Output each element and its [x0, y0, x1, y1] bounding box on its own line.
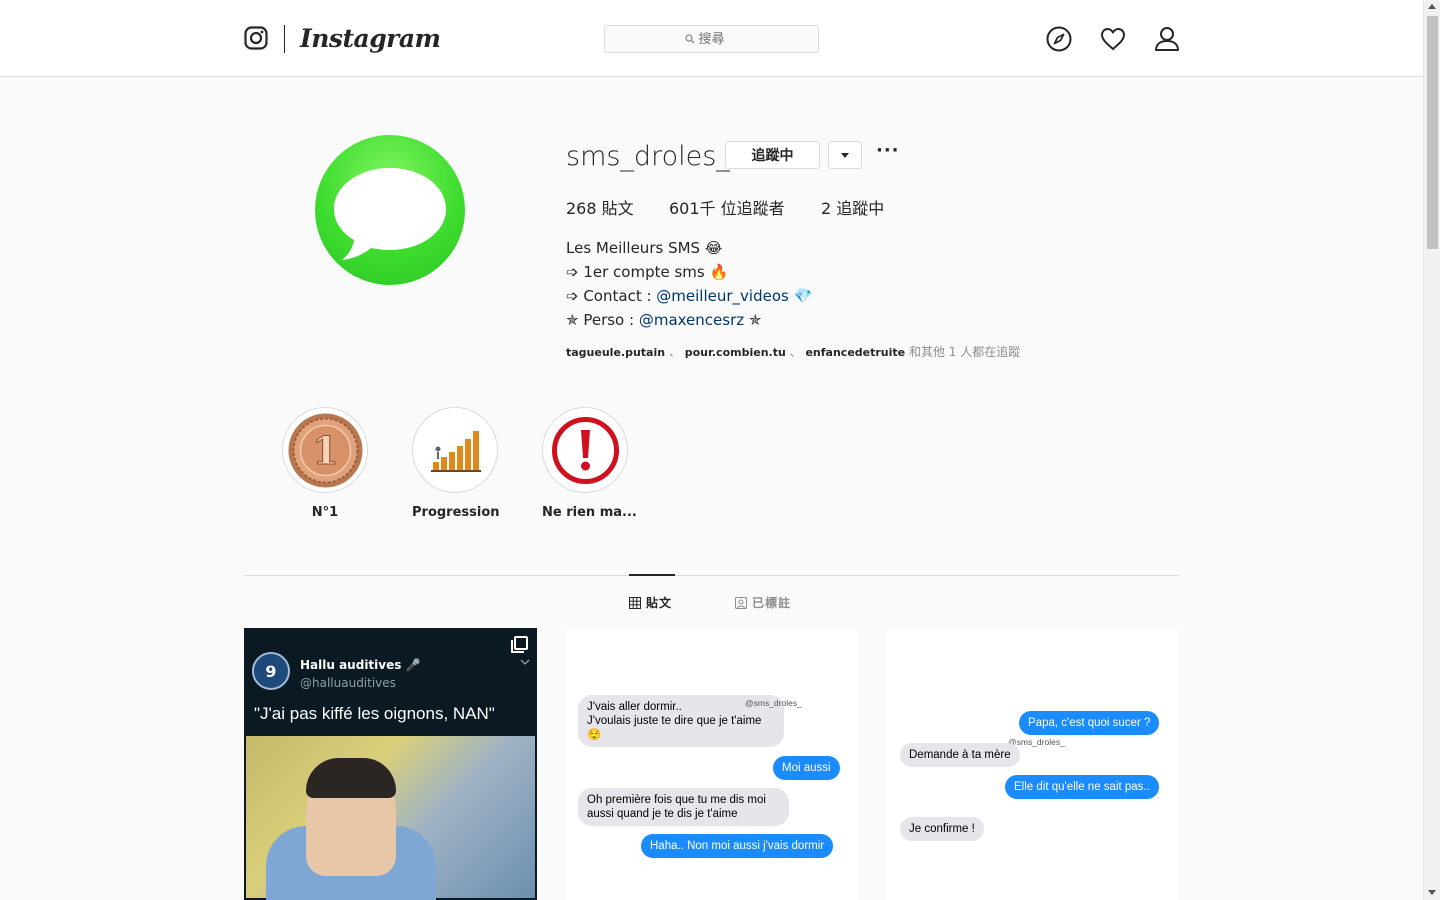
following-button[interactable]: 追蹤中: [725, 141, 820, 169]
tabs-divider: [244, 575, 1179, 576]
tagged-icon: [735, 596, 747, 609]
profile-username: sms_droles_: [566, 141, 730, 172]
highlight-label: Ne rien ma...: [542, 505, 637, 520]
activity-heart-icon[interactable]: [1100, 26, 1126, 52]
followed-by-suffix: 和其他 1 人都在追蹤: [905, 345, 1021, 359]
tab-posts[interactable]: 貼文: [629, 594, 672, 611]
bio-line-1: ➩ 1er compte sms 🔥: [566, 263, 729, 281]
video-figure-hair: [306, 758, 396, 798]
page-scrollbar[interactable]: [1423, 0, 1440, 900]
sms-bubble-received: Demande à ta mère: [900, 743, 1020, 767]
posts-label: 貼文: [601, 199, 634, 218]
bio-link-maxencesrz[interactable]: @maxencesrz: [639, 311, 744, 329]
followed-by-account-3[interactable]: enfancedetruite: [805, 346, 905, 359]
tab-tagged-label: 已標註: [752, 596, 792, 610]
posts-count: 268: [566, 199, 597, 218]
top-nav: Instagram: [0, 0, 1423, 77]
bio-line-3-prefix: ✯ Perso :: [566, 311, 639, 329]
following-label: 追蹤中: [836, 199, 885, 218]
scroll-down-arrow-icon[interactable]: [1428, 890, 1436, 895]
bio-line-3: ✯ Perso : @maxencesrz ✯: [566, 308, 812, 332]
bio-name: Les Meilleurs SMS 😂: [566, 239, 723, 257]
sms-bubble-sent: Elle dit qu'elle ne sait pas..: [1005, 775, 1159, 799]
search-input-box[interactable]: [604, 25, 819, 53]
tab-posts-label: 貼文: [646, 596, 673, 610]
tweet-video-still: [246, 736, 535, 900]
highlight-ne-rien-manquer[interactable]: Ne rien ma...: [542, 407, 637, 520]
profile-icon[interactable]: [1154, 26, 1180, 52]
explore-icon[interactable]: [1046, 26, 1072, 52]
exclamation-icon: [546, 411, 624, 489]
bio-line-2-suffix: 💎: [788, 287, 813, 305]
posts-stat: 268 貼文: [566, 195, 634, 219]
highlight-ring: 1: [282, 407, 368, 493]
followed-by-separator: 、: [668, 345, 681, 359]
tweet-quote: "J'ai pas kiffé les oignons, NAN": [254, 704, 495, 723]
search-input[interactable]: [698, 31, 739, 47]
sms-watermark: @sms_droles_: [745, 698, 802, 708]
active-tab-indicator: [629, 574, 675, 576]
sms-bubble-sent: Moi aussi: [773, 756, 840, 780]
bio-line-3-suffix: ✯: [744, 311, 762, 329]
scroll-thumb[interactable]: [1427, 16, 1438, 249]
tweet-header: 9 Hallu auditives 🎤 @halluauditives: [252, 652, 421, 690]
progression-chart-icon: [416, 411, 494, 489]
followed-by[interactable]: tagueule.putain 、 pour.combien.tu 、 enfa…: [566, 343, 1020, 360]
medal-one-icon: 1: [286, 411, 364, 489]
more-options-button[interactable]: ···: [876, 140, 900, 161]
suggested-dropdown-button[interactable]: [828, 141, 862, 169]
grid-icon: [629, 596, 641, 609]
highlight-label: Progression: [412, 505, 500, 520]
followed-by-account-1[interactable]: tagueule.putain: [566, 346, 665, 359]
logo-divider: [284, 25, 285, 53]
sms-watermark: @sms_droles_: [1008, 737, 1065, 747]
tweet-avatar: 9: [252, 652, 290, 690]
tab-tagged[interactable]: 已標註: [735, 594, 791, 611]
post-thumbnail-2[interactable]: J'vais aller dormir.. J'voulais juste te…: [565, 628, 858, 900]
carousel-icon: [511, 636, 528, 653]
scroll-up-arrow-icon[interactable]: [1428, 4, 1436, 9]
message-bubble-icon: [334, 168, 446, 260]
followed-by-separator: 、: [789, 345, 802, 359]
svg-text:1: 1: [312, 428, 338, 473]
instagram-camera-icon[interactable]: [244, 26, 268, 50]
followers-count: 601千: [669, 199, 716, 218]
sms-bubble-sent: Haha.. Non moi aussi j'vais dormir: [641, 834, 834, 858]
bio-link-meilleur-videos[interactable]: @meilleur_videos: [656, 287, 789, 305]
highlight-n1[interactable]: 1 N°1: [282, 407, 368, 520]
profile-avatar[interactable]: [315, 135, 465, 285]
post-thumbnail-1[interactable]: 9 Hallu auditives 🎤 @halluauditives "J'a…: [244, 628, 537, 900]
tweet-account-name: Hallu auditives 🎤: [300, 658, 421, 672]
instagram-wordmark[interactable]: Instagram: [300, 24, 441, 53]
following-stat[interactable]: 2 追蹤中: [821, 195, 884, 219]
following-count: 2: [821, 199, 832, 218]
tweet-account-handle: @halluauditives: [300, 676, 396, 690]
sms-bubble-received: Je confirme !: [900, 817, 984, 841]
bio-line-2-prefix: ➩ Contact :: [566, 287, 657, 305]
followers-stat[interactable]: 601千 位追蹤者: [669, 195, 785, 219]
highlight-ring: [412, 407, 498, 493]
followers-label: 位追蹤者: [720, 199, 785, 218]
sms-bubble-sent: Papa, c'est quoi sucer ?: [1019, 711, 1160, 735]
post-thumbnail-3[interactable]: Papa, c'est quoi sucer ? @sms_droles_ De…: [886, 628, 1179, 900]
highlight-progression[interactable]: Progression: [412, 407, 500, 520]
highlight-label: N°1: [311, 505, 339, 520]
followed-by-account-2[interactable]: pour.combien.tu: [685, 346, 786, 359]
profile-bio: Les Meilleurs SMS 😂 ➩ 1er compte sms 🔥 ➩…: [566, 236, 812, 332]
chevron-down-icon: [520, 659, 530, 665]
chevron-down-icon: [841, 152, 849, 158]
bio-line-2: ➩ Contact : @meilleur_videos 💎: [566, 284, 812, 308]
highlight-ring: [542, 407, 628, 493]
sms-bubble-received: Oh première fois que tu me dis moi aussi…: [578, 788, 789, 826]
search-icon: [684, 34, 694, 44]
